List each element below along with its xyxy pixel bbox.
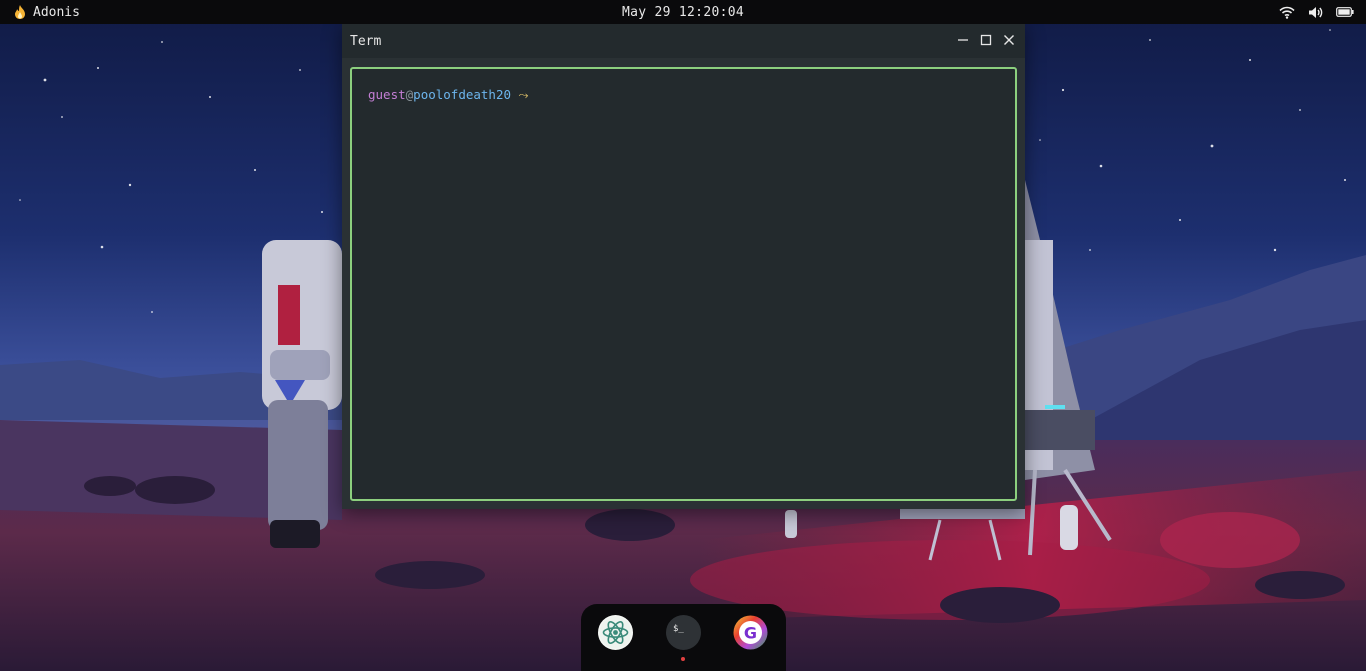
prompt-host: poolofdeath20 — [413, 87, 512, 102]
prompt-user: guest — [368, 87, 406, 102]
close-icon — [1003, 31, 1015, 50]
atom-icon — [598, 616, 633, 654]
dock-item-atom[interactable] — [598, 615, 633, 650]
terminal-icon: $_ — [673, 624, 684, 634]
running-indicator — [681, 657, 685, 661]
dock-item-terminal[interactable]: $_ — [666, 615, 701, 650]
volume-icon[interactable] — [1308, 6, 1323, 19]
clock-datetime[interactable]: May 29 12:20:04 — [622, 5, 744, 20]
maximize-icon — [980, 31, 992, 50]
dock: $_ G — [581, 604, 786, 671]
window-titlebar[interactable]: Term — [342, 24, 1025, 58]
wifi-icon[interactable] — [1279, 6, 1295, 19]
terminal-window[interactable]: Term guest@poolofdeath20 ⤳ — [342, 24, 1025, 509]
battery-icon[interactable] — [1336, 7, 1354, 17]
window-title: Term — [350, 34, 382, 49]
dock-item-chrome[interactable]: G — [733, 615, 768, 650]
app-name: Adonis — [33, 4, 80, 20]
terminal-area[interactable]: guest@poolofdeath20 ⤳ — [350, 67, 1017, 501]
top-panel: Adonis May 29 12:20:04 — [0, 0, 1366, 24]
app-menu[interactable]: Adonis — [14, 0, 80, 24]
flame-icon — [14, 5, 26, 19]
shell-prompt: guest@poolofdeath20 ⤳ — [368, 87, 529, 103]
close-button[interactable] — [998, 30, 1019, 51]
minimize-button[interactable] — [952, 30, 973, 51]
svg-text:G: G — [744, 624, 757, 643]
minimize-icon — [957, 31, 969, 50]
prompt-arrow: ⤳ — [511, 87, 529, 102]
google-g-icon: G — [733, 615, 768, 654]
maximize-button[interactable] — [975, 30, 996, 51]
